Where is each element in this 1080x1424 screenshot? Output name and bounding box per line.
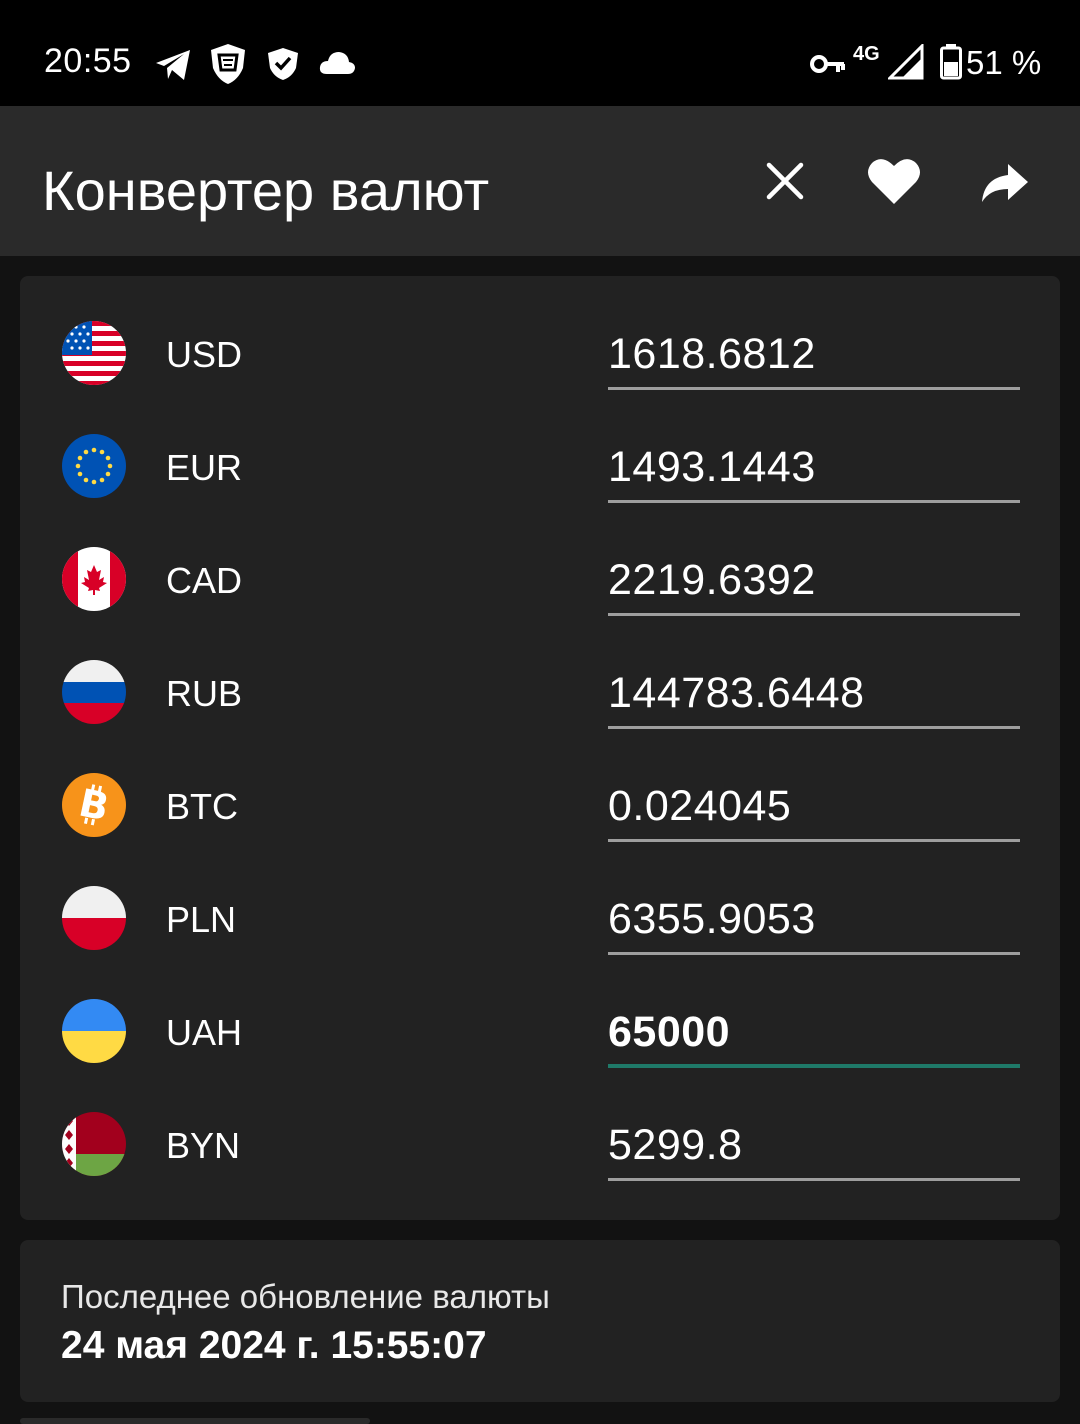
cloud-icon	[319, 52, 355, 74]
share-button[interactable]	[980, 162, 1030, 204]
pl-flag-icon	[62, 886, 126, 950]
close-icon	[766, 162, 804, 200]
status-time: 20:55	[44, 42, 132, 80]
amount-value: 5299.8	[608, 1121, 743, 1169]
currency-row-cad: CAD 2219.6392	[20, 502, 1060, 616]
currency-row-eur: EUR 1493.1443	[20, 389, 1060, 503]
ca-flag-icon	[62, 547, 126, 611]
update-info-card: Последнее обновление валюты 24 мая 2024 …	[20, 1240, 1060, 1402]
currency-row-byn: BYN 5299.8	[20, 1067, 1060, 1181]
favorite-button[interactable]	[866, 156, 922, 206]
amount-input-cad[interactable]: 2219.6392	[608, 548, 1020, 616]
currency-row-usd: USD 1618.6812	[20, 276, 1060, 390]
share-icon	[982, 164, 1028, 202]
key-icon	[810, 55, 845, 73]
ua-flag-icon	[62, 999, 126, 1063]
currency-code: BTC	[166, 786, 238, 827]
amount-input-eur[interactable]: 1493.1443	[608, 435, 1020, 503]
telegram-icon	[156, 50, 190, 80]
vpn-shield-icon	[211, 44, 245, 84]
currency-row-btc: B BTC 0.024045	[20, 728, 1060, 842]
next-card-edge	[20, 1418, 370, 1424]
amount-input-usd[interactable]: 1618.6812	[608, 322, 1020, 390]
heart-icon	[868, 159, 920, 204]
currency-code: RUB	[166, 673, 243, 714]
amount-value: 2219.6392	[608, 556, 816, 604]
currency-code: CAD	[166, 560, 243, 601]
amount-value: 65000	[608, 1008, 731, 1056]
currency-code: EUR	[166, 447, 243, 488]
signal-icon	[888, 44, 924, 80]
amount-input-uah[interactable]: 65000	[608, 1000, 1020, 1068]
network-type: 4G	[853, 43, 880, 65]
amount-value: 0.024045	[608, 782, 792, 830]
bitcoin-icon: B	[62, 773, 126, 837]
update-label: Последнее обновление валюты	[61, 1278, 550, 1315]
amount-value: 1493.1443	[608, 443, 816, 491]
currency-code: USD	[166, 334, 243, 375]
close-button[interactable]	[762, 158, 808, 204]
currency-code: BYN	[166, 1125, 241, 1166]
eu-flag-icon	[62, 434, 126, 498]
app-bar: Конвертер валют	[0, 106, 1080, 256]
currency-list: USD 1618.6812 EUR 1493.1443 CAD 2219.639…	[20, 276, 1060, 1220]
status-bar: 20:55 4G 51 %	[0, 0, 1080, 106]
battery-icon	[940, 44, 962, 80]
page-title: Конвертер валют	[42, 159, 490, 222]
currency-row-pln: PLN 6355.9053	[20, 841, 1060, 955]
update-datetime: 24 мая 2024 г. 15:55:07	[61, 1324, 487, 1367]
amount-input-pln[interactable]: 6355.9053	[608, 887, 1020, 955]
amount-value: 6355.9053	[608, 895, 816, 943]
amount-value: 1618.6812	[608, 330, 816, 378]
amount-input-byn[interactable]: 5299.8	[608, 1113, 1020, 1181]
ru-flag-icon	[62, 660, 126, 724]
battery-percent: 51 %	[966, 44, 1042, 81]
by-flag-icon	[62, 1112, 126, 1176]
amount-value: 144783.6448	[608, 669, 865, 717]
currency-row-rub: RUB 144783.6448	[20, 615, 1060, 729]
currency-code: UAH	[166, 1012, 243, 1053]
us-flag-icon	[62, 321, 126, 385]
shield-check-icon	[268, 48, 298, 80]
currency-code: PLN	[166, 899, 237, 940]
amount-input-btc[interactable]: 0.024045	[608, 774, 1020, 842]
amount-input-rub[interactable]: 144783.6448	[608, 661, 1020, 729]
currency-row-uah: UAH 65000	[20, 954, 1060, 1068]
